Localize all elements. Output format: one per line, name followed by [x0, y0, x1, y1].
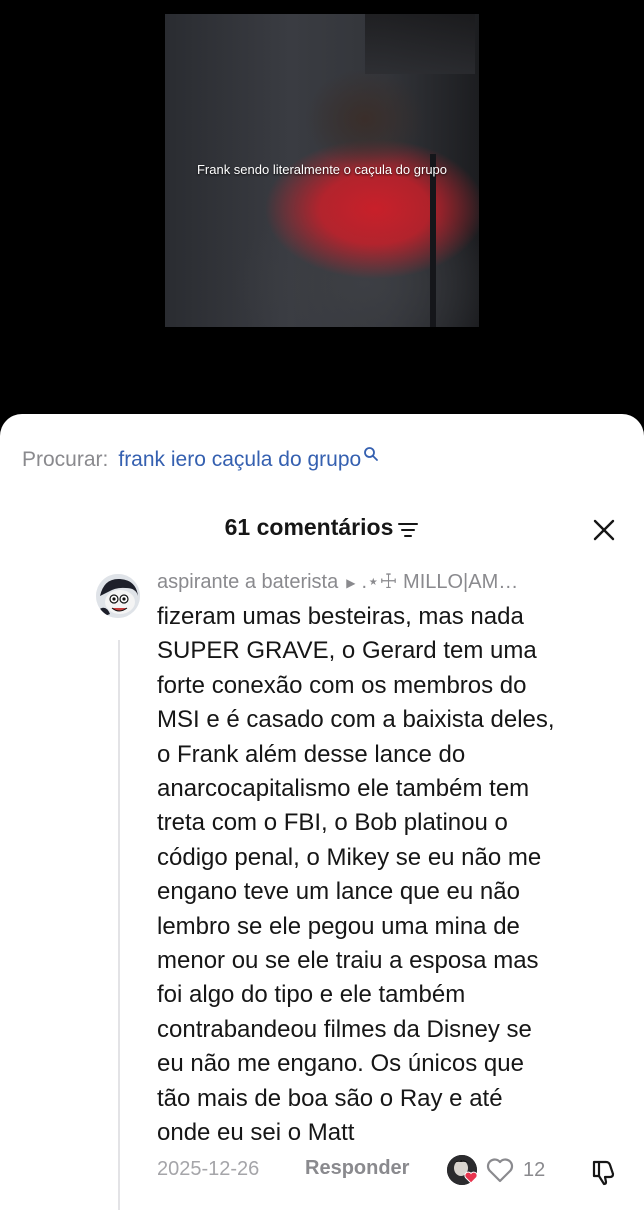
comments-sheet: Procurar: frank iero caçula do grupo 61 c… [0, 414, 644, 1214]
comment-author[interactable]: aspirante a baterista [157, 571, 338, 593]
video-caption: Frank sendo literalmente o caçula do gru… [196, 162, 448, 177]
reply-button[interactable]: Responder [305, 1157, 409, 1180]
comment-actions: 2025-12-26 Responder 12 [157, 1155, 627, 1186]
comment-count: 61 comentários [224, 514, 394, 540]
reply-to-user[interactable]: .⋆☩ MILLO|AM… [361, 571, 518, 593]
sort-icon[interactable] [397, 520, 419, 538]
search-icon [364, 447, 379, 461]
thumbs-down-icon[interactable] [589, 1156, 619, 1186]
comment-date: 2025-12-26 [157, 1158, 260, 1180]
search-term-link[interactable]: frank iero caçula do grupo [118, 448, 361, 471]
comment: aspirante a baterista ▶ .⋆☩ MILLO|AM… fize… [157, 568, 627, 1151]
comment-text: fizeram umas besteiras, mas nada SUPER G… [157, 603, 555, 1147]
search-suggestion[interactable]: Procurar: frank iero caçula do grupo [22, 447, 379, 472]
heart-icon[interactable] [485, 1156, 515, 1184]
comments-header: 61 comentários [0, 514, 644, 544]
microphone-stand [430, 154, 436, 327]
like-count: 12 [523, 1159, 546, 1181]
comment-meta: aspirante a baterista ▶ .⋆☩ MILLO|AM… [157, 568, 627, 596]
creator-heart-icon [464, 1171, 478, 1184]
reply-arrow-icon: ▶ [346, 575, 356, 590]
thread-line [118, 640, 120, 1210]
avatar-cartoon-icon [96, 574, 140, 618]
search-label: Procurar: [22, 448, 109, 471]
video-thumbnail[interactable]: Frank sendo literalmente o caçula do gru… [165, 14, 479, 327]
avatar[interactable] [96, 574, 140, 618]
close-icon[interactable] [592, 518, 616, 542]
video-background [365, 14, 475, 74]
video-area[interactable]: Frank sendo literalmente o caçula do gru… [0, 0, 644, 440]
